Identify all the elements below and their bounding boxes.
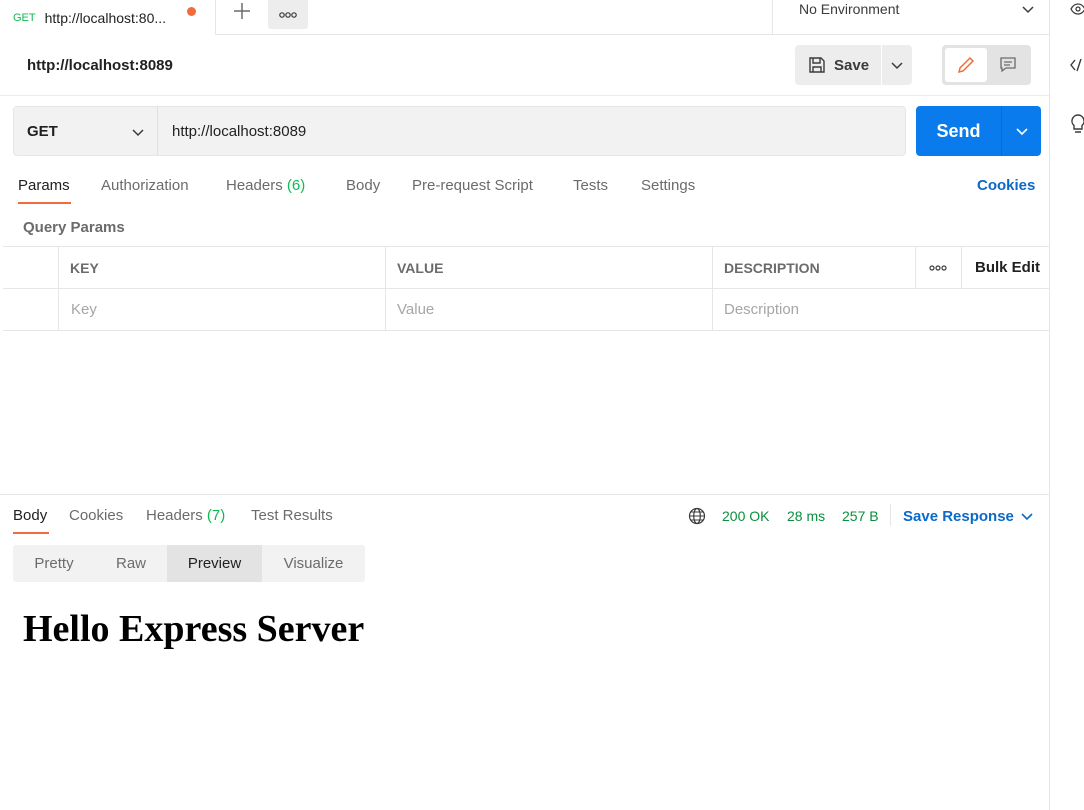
method-select[interactable]: GET [13,106,158,156]
tab-pre-request-script[interactable]: Pre-request Script [412,177,533,194]
table-row: Key Value Description [3,289,1049,331]
tab-params[interactable]: Params [18,177,70,194]
environment-select[interactable]: No Environment [772,0,1050,35]
tab-title: http://localhost:80... [44,9,167,26]
column-options-button[interactable] [916,247,962,288]
active-tab-indicator [18,202,71,204]
table-header-row: KEY VALUE DESCRIPTION Bulk Edit [3,247,1049,289]
response-headers-label: Headers [146,507,203,524]
unsaved-changes-dot [187,7,196,16]
description-input[interactable]: Description [713,289,1049,330]
comments-mode-button[interactable] [987,48,1028,82]
tab-settings[interactable]: Settings [641,177,695,194]
tab-method-label: GET [13,11,36,24]
chevron-down-icon[interactable] [1020,509,1034,523]
plus-icon [234,3,250,19]
row-checkbox-cell [3,289,59,330]
response-size[interactable]: 257 B [842,508,879,524]
response-tab-body[interactable]: Body [13,507,47,524]
cookies-link[interactable]: Cookies [977,177,1035,194]
view-preview[interactable]: Preview [167,545,262,582]
pencil-icon [957,56,975,74]
tab-body[interactable]: Body [346,177,380,194]
preview-heading: Hello Express Server [23,608,365,650]
method-value: GET [27,122,58,140]
checkbox-column-header [3,247,59,288]
params-table: KEY VALUE DESCRIPTION Bulk Edit Key Valu… [3,246,1049,331]
environment-label: No Environment [799,1,900,17]
request-tab[interactable]: GET http://localhost:80... [0,0,216,35]
save-options-button[interactable] [882,45,912,85]
chevron-down-icon [1015,128,1028,136]
response-tab-headers[interactable]: Headers (7) [146,507,225,524]
pane-divider[interactable] [0,494,1049,495]
ellipsis-icon [929,264,947,271]
right-sidebar [1049,0,1084,810]
response-preview: Hello Express Server [3,595,1049,810]
lightbulb-icon[interactable] [1070,114,1084,134]
response-time[interactable]: 28 ms [787,508,825,524]
save-label: Save [834,56,870,74]
response-headers-count: (7) [206,507,226,524]
comment-icon [999,57,1016,73]
bulk-edit-button[interactable]: Bulk Edit [962,247,1049,288]
request-name[interactable]: http://localhost:8089 [27,57,173,74]
response-tab-cookies[interactable]: Cookies [69,507,123,524]
key-input[interactable]: Key [59,289,386,330]
value-input[interactable]: Value [386,289,713,330]
save-button[interactable]: Save [795,45,881,85]
active-tab-indicator [13,532,49,534]
eye-icon[interactable] [1070,2,1084,16]
request-tabs: Params Authorization Headers (6) Body Pr… [0,170,1049,206]
view-visualize[interactable]: Visualize [262,545,365,582]
key-column-header: KEY [59,247,386,288]
tab-tests[interactable]: Tests [573,177,608,194]
tab-options-button[interactable] [268,0,308,29]
chevron-down-icon [1022,6,1034,14]
response-tabs: Body Cookies Headers (7) Test Results 20… [0,500,1049,536]
send-options-button[interactable] [1001,106,1041,156]
tab-headers-label: Headers [226,177,283,194]
view-mode-toggle [942,45,1031,85]
divider [890,504,891,526]
request-header: http://localhost:8089 Save [0,35,1049,96]
url-input[interactable]: http://localhost:8089 [157,106,906,156]
edit-mode-button[interactable] [945,48,987,82]
view-pretty[interactable]: Pretty [13,545,95,582]
send-button[interactable]: Send [916,106,1001,156]
status-code[interactable]: 200 OK [722,508,769,524]
view-raw[interactable]: Raw [95,545,167,582]
ellipsis-icon [279,11,297,18]
response-tab-test-results[interactable]: Test Results [251,507,333,524]
new-tab-button[interactable] [228,0,256,22]
tab-authorization[interactable]: Authorization [101,177,189,194]
value-column-header: VALUE [386,247,713,288]
headers-count: (6) [286,177,306,194]
code-icon[interactable] [1070,57,1084,73]
save-response-button[interactable]: Save Response [903,508,1014,525]
body-view-mode-tabs: Pretty Raw Preview Visualize [13,545,365,582]
chevron-down-icon [891,62,903,70]
tab-bar: GET http://localhost:80... No Environmen… [0,0,1084,35]
floppy-disk-icon [809,57,825,73]
chevron-down-icon [132,129,144,137]
description-column-header: DESCRIPTION [713,247,916,288]
query-params-title: Query Params [23,219,125,236]
tab-headers[interactable]: Headers (6) [226,177,305,194]
globe-icon[interactable] [688,507,706,525]
